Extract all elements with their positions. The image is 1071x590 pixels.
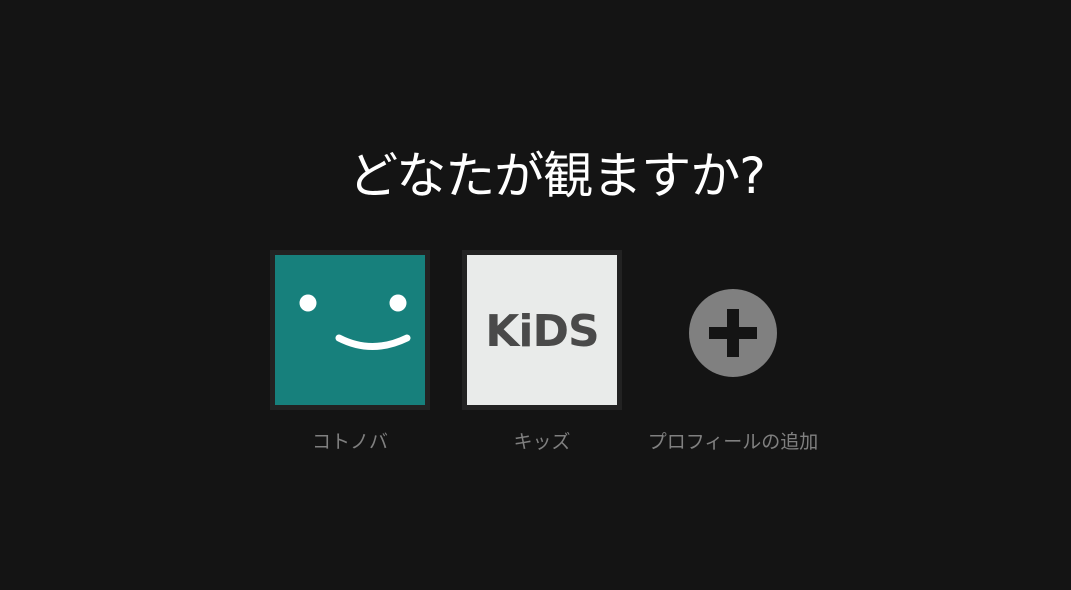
kids-logo-text: KiDS xyxy=(485,306,598,357)
kids-avatar: KiDS xyxy=(467,255,617,405)
kids-logo: KiDS xyxy=(485,306,599,357)
profile-avatar-frame[interactable]: KiDS xyxy=(462,250,622,410)
profile-selection-page: どなたが観ますか? コトノバ KiDS キッズ プロフィールの追加 xyxy=(0,0,1071,590)
profile-avatar-frame[interactable] xyxy=(270,250,430,410)
add-profile-icon xyxy=(689,289,777,377)
profile-kotonoba[interactable]: コトノバ xyxy=(270,250,430,453)
add-profile-icon-wrap[interactable] xyxy=(653,250,813,410)
add-profile-button[interactable]: プロフィールの追加 xyxy=(648,250,818,453)
page-title: どなたが観ますか? xyxy=(348,147,766,205)
smiley-icon xyxy=(299,294,411,350)
profile-name: プロフィールの追加 xyxy=(647,431,819,453)
profile-kids[interactable]: KiDS キッズ xyxy=(462,250,622,453)
smiley-avatar xyxy=(275,255,425,405)
